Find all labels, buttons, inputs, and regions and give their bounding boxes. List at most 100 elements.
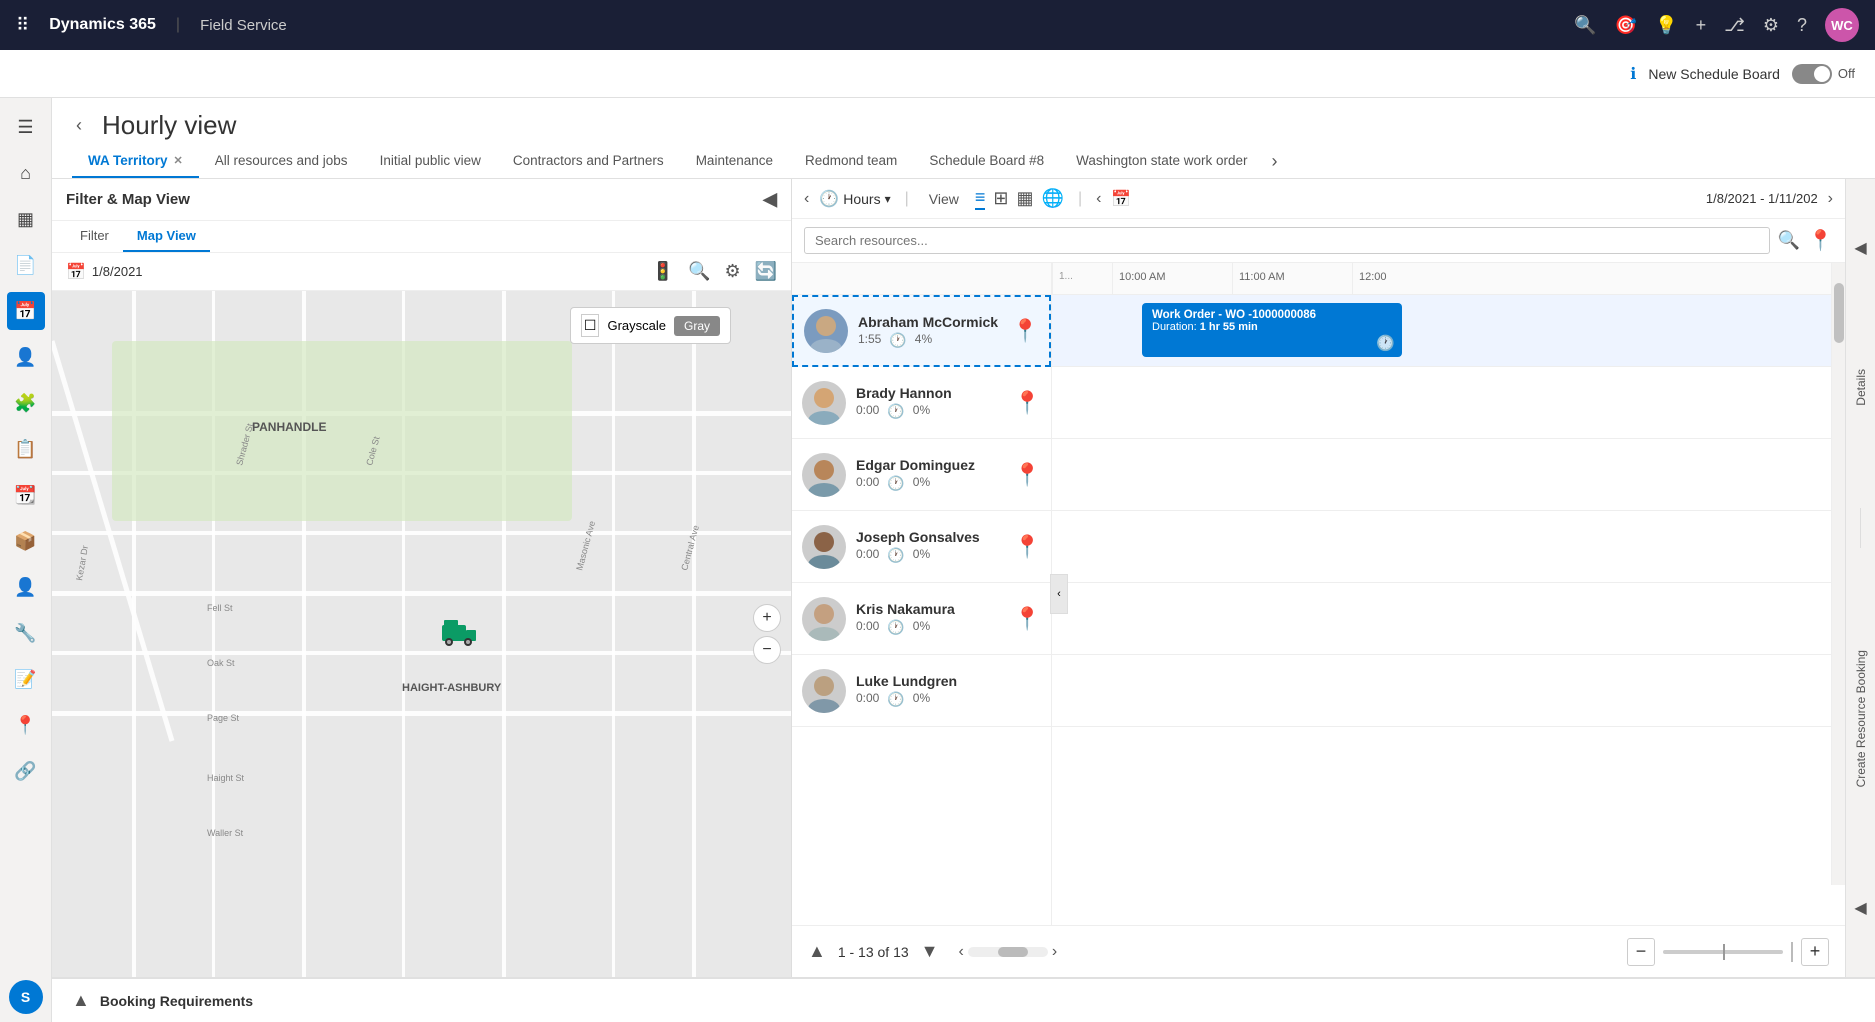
right-panel-bottom: ◀ [1854,890,1866,926]
help-icon[interactable]: ? [1797,15,1807,36]
sidebar-location[interactable]: 📍 [7,706,45,744]
tab-contractors[interactable]: Contractors and Partners [497,145,680,178]
schedule-toggle[interactable] [1792,64,1832,84]
scroll-up-btn[interactable]: ▲ [808,941,826,962]
sidebar-calendar2[interactable]: 📆 [7,476,45,514]
collapse-schedule-left[interactable]: ‹ [1050,574,1068,614]
vertical-scrollbar[interactable] [1831,263,1845,885]
map-settings-icon[interactable]: ⚙ [724,261,740,282]
grayscale-checkbox[interactable]: ☐ [581,314,600,337]
sidebar-home[interactable]: ⌂ [7,154,45,192]
wo-title: Work Order - WO -1000000086 [1152,309,1392,321]
tab-all-resources[interactable]: All resources and jobs [199,145,364,178]
tab-close-wa[interactable]: ✕ [174,154,183,167]
refresh-icon[interactable]: 🔄 [755,261,777,282]
avatar-3 [802,525,846,569]
resource-row-0[interactable]: Abraham McCormick 1:55 🕐 4% 📍 [792,295,1051,367]
target-icon[interactable]: 🎯 [1615,15,1637,36]
body-split: Filter & Map View ◀ Filter Map View 📅 1/… [52,179,1875,977]
resource-row-2[interactable]: Edgar Dominguez 0:00 🕐 0% 📍 [792,439,1051,511]
tab-redmond[interactable]: Redmond team [789,145,913,178]
zoom-search-icon[interactable]: 🔍 [688,261,710,282]
timeline-row-1 [1052,367,1845,439]
sched-date-left[interactable]: ‹ [1096,190,1101,208]
sidebar-people[interactable]: 👤 [7,338,45,376]
sidebar-user-initial[interactable]: S [9,980,43,1014]
booking-req-label: Booking Requirements [100,993,253,1009]
plus-icon[interactable]: + [1696,15,1707,36]
sidebar-wrench[interactable]: 🔧 [7,614,45,652]
search-resources-input[interactable] [804,227,1770,254]
sidebar-box[interactable]: 📦 [7,522,45,560]
wo-duration: Duration: 1 hr 55 min [1152,321,1392,333]
booking-req-collapse[interactable]: ▲ [72,990,90,1011]
traffic-icon[interactable]: 🚦 [652,261,674,282]
sidebar-profile[interactable]: 👤 [7,568,45,606]
grid-view-icon[interactable]: ⊞ [993,188,1008,209]
scrollbar-thumb[interactable] [1834,283,1844,343]
lightbulb-icon[interactable]: 💡 [1655,15,1677,36]
resource-row-5[interactable]: Luke Lundgren 0:00 🕐 0% [792,655,1051,727]
search-icon-sched[interactable]: 🔍 [1778,230,1800,251]
page-info: 1 - 13 of 13 [838,944,909,960]
h-scrollbar[interactable] [968,947,1048,957]
sidebar-dashboard[interactable]: ▦ [7,200,45,238]
create-booking-label[interactable]: Create Resource Booking [1854,650,1868,787]
sched-date-right[interactable]: › [1828,190,1833,208]
filter-map-collapse[interactable]: ◀ [763,189,777,210]
details-collapse-bottom[interactable]: ◀ [1854,898,1866,918]
settings-icon[interactable]: ⚙ [1763,15,1779,36]
time-slot-1: 10:00 AM [1112,263,1232,294]
sidebar-notes[interactable]: 📝 [7,660,45,698]
page-nav-left[interactable]: ‹ [72,111,86,140]
tabs-nav-right[interactable]: › [1267,147,1281,176]
tab-schedule-board-8[interactable]: Schedule Board #8 [913,145,1060,178]
resource-row-4[interactable]: Kris Nakamura 0:00 🕐 0% 📍 [792,583,1051,655]
globe-view-icon[interactable]: 🌐 [1042,188,1064,209]
svg-text:Kezar Dr: Kezar Dr [74,545,90,582]
search-icon[interactable]: 🔍 [1574,15,1596,36]
sidebar-menu[interactable]: ☰ [7,108,45,146]
clock-small-1: 🕐 [887,403,904,420]
sidebar-documents[interactable]: 📄 [7,246,45,284]
filter-tab-mapview[interactable]: Map View [123,221,210,252]
nav-separator: | [176,16,180,34]
map-zoom-controls: + − [753,604,781,664]
wo-duration-label: Duration: [1152,321,1197,333]
filter-tab-filter[interactable]: Filter [66,221,123,252]
resource-row-1[interactable]: Brady Hannon 0:00 🕐 0% 📍 [792,367,1051,439]
zoom-out-button[interactable]: − [753,636,781,664]
tab-wa-territory[interactable]: WA Territory ✕ [72,145,199,178]
h-scroll-area: ‹ › [958,943,1057,961]
h-scroll-right[interactable]: › [1052,943,1057,961]
zoom-in-button[interactable]: + [753,604,781,632]
table-view-icon[interactable]: ▦ [1017,188,1034,209]
sidebar-puzzle[interactable]: 🧩 [7,384,45,422]
avatar-4 [802,597,846,641]
toggle-wrap[interactable]: Off [1792,64,1855,84]
svg-text:Fell St: Fell St [207,603,233,613]
zoom-plus-btn[interactable]: + [1801,938,1829,966]
resource-timeline-rows: Work Order - WO -1000000086 Duration: 1 … [1052,295,1845,727]
sidebar-schedule[interactable]: 📅 [7,292,45,330]
grid-icon[interactable]: ⠿ [16,15,29,36]
h-scroll-left[interactable]: ‹ [958,943,963,961]
list-view-icon[interactable]: ≡ [975,187,986,210]
sidebar-links[interactable]: 🔗 [7,752,45,790]
tab-initial-public[interactable]: Initial public view [364,145,497,178]
scroll-down-btn[interactable]: ▼ [921,941,939,962]
gray-button[interactable]: Gray [674,316,720,336]
details-label[interactable]: Details [1854,369,1868,406]
zoom-minus-btn[interactable]: − [1627,938,1655,966]
work-order-block[interactable]: Work Order - WO -1000000086 Duration: 1 … [1142,303,1402,357]
sched-nav-left[interactable]: ‹ [804,190,809,208]
resource-row-3[interactable]: Joseph Gonsalves 0:00 🕐 0% 📍 [792,511,1051,583]
hours-dropdown[interactable]: 🕐 Hours ▾ [819,189,890,209]
tab-maintenance[interactable]: Maintenance [680,145,789,178]
filter-icon[interactable]: ⎇ [1724,15,1745,36]
details-collapse-top[interactable]: ◀ [1854,238,1866,258]
tab-washington-state[interactable]: Washington state work order [1060,145,1263,178]
user-avatar[interactable]: WC [1825,8,1859,42]
sidebar-list[interactable]: 📋 [7,430,45,468]
location-icon[interactable]: 📍 [1808,228,1833,253]
